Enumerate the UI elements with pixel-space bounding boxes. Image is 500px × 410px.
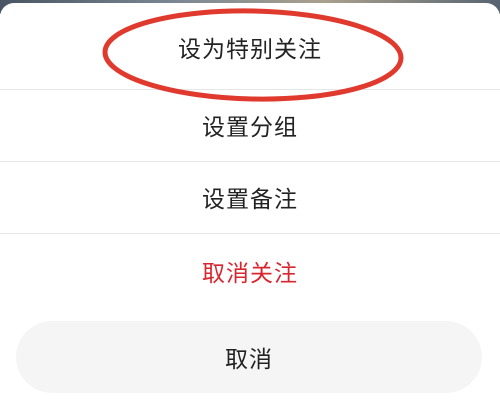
set-special-follow-label: 设为特别关注 (178, 37, 322, 63)
set-special-follow-button[interactable]: 设为特别关注 (0, 5, 500, 89)
set-group-button[interactable]: 设置分组 (0, 89, 500, 161)
cancel-button[interactable]: 取消 (16, 321, 482, 393)
cancel-label: 取消 (225, 347, 273, 373)
set-remark-button[interactable]: 设置备注 (0, 161, 500, 233)
set-remark-label: 设置备注 (202, 187, 298, 213)
set-group-label: 设置分组 (202, 115, 298, 141)
action-sheet-screen: 设为特别关注 设置分组 设置备注 取消关注 取消 (0, 0, 500, 410)
action-sheet: 设为特别关注 设置分组 设置备注 取消关注 取消 (0, 3, 500, 410)
unfollow-button[interactable]: 取消关注 (0, 233, 500, 309)
unfollow-label: 取消关注 (202, 261, 298, 287)
